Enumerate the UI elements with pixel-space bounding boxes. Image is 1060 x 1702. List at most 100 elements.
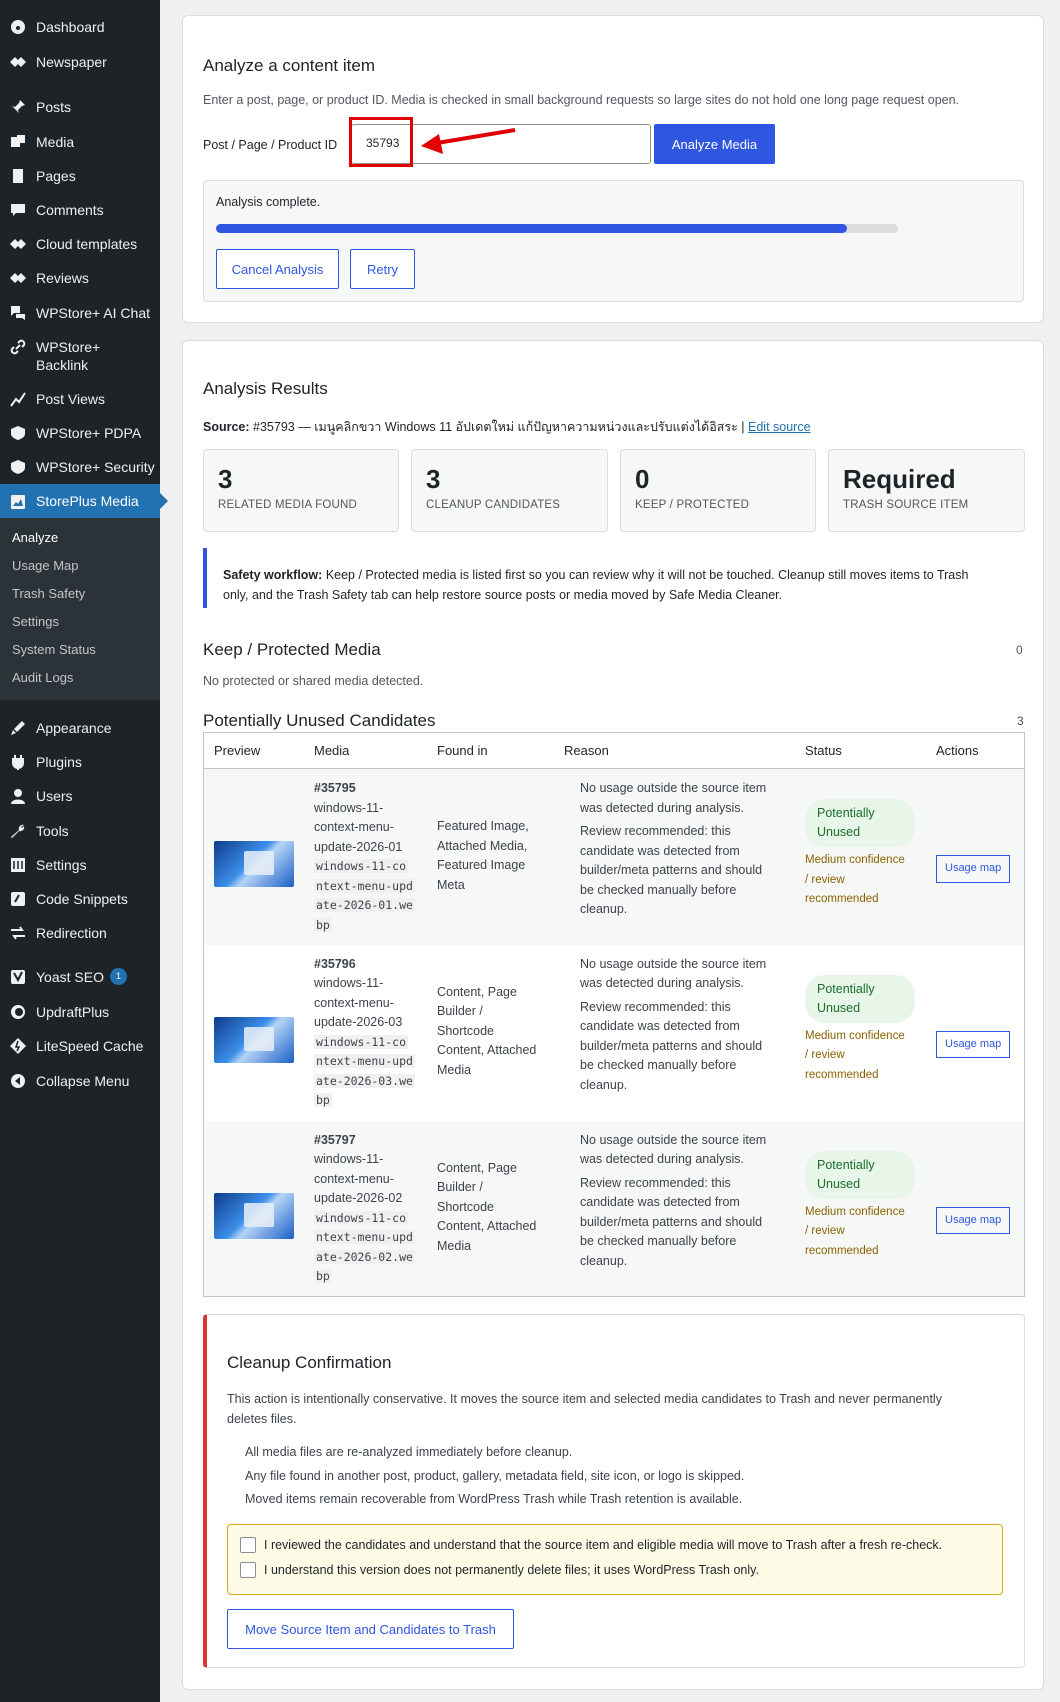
reason-review: Review recommended: this candidate was de… [580,824,763,916]
col-media: Media [304,732,427,769]
yoast-icon [10,969,26,985]
sidebar-item-collapse[interactable]: Collapse Menu [0,1072,160,1090]
edit-source-link[interactable]: Edit source [748,420,811,434]
submenu-settings[interactable]: Settings [12,614,59,629]
media-file: windows-11-co ntext-menu-upd ate-2026-03.w… [314,1033,417,1111]
usage-map-button[interactable]: Usage map [936,855,1011,883]
actions-cell: Usage map [926,768,1025,945]
stat-value: 3 [218,464,233,494]
redirection-icon [10,925,26,941]
filename-fragment: ntext-menu-upd [314,878,415,893]
filename-fragment: bp [314,917,332,932]
sidebar-item-storeplus-media[interactable]: StorePlus Media [0,484,168,518]
status-cell: Potentially Unused Medium confidence / rev… [795,768,926,945]
actions-cell: Usage map [926,945,1025,1121]
sidebar-item-updraftplus[interactable]: UpdraftPlus [0,1003,160,1021]
results-title: Analysis Results [203,379,328,398]
source-line: Source: #35793 — เมนูคลิกขวา Windows 11 … [203,417,811,437]
source-label: Source: [203,420,250,434]
analyze-media-button[interactable]: Analyze Media [654,124,775,164]
submenu-usage-map[interactable]: Usage Map [12,558,78,573]
filename-fragment: bp [314,1269,332,1283]
sidebar-item-redirection[interactable]: Redirection [0,924,160,942]
sidebar-item-code-snippets[interactable]: Code Snippets [0,890,160,908]
candidates-table: Preview Media Found in Reason Status Act… [203,732,1025,1297]
sidebar-item-yoast[interactable]: Yoast SEO 1 [0,968,160,986]
preview-cell [204,945,305,1121]
notice-bold: Safety workflow: [223,568,323,582]
filename-fragment: ate-2026-03.we [314,1073,415,1088]
sidebar-item-comments[interactable]: Comments [0,201,160,219]
sidebar-item-pdpa[interactable]: WPStore+ PDPA [0,424,160,442]
confirm-trash-row[interactable]: I understand this version does not perma… [240,1562,990,1578]
keep-count: 0 [1016,643,1023,657]
col-status: Status [795,732,926,769]
sidebar-item-plugins[interactable]: Plugins [0,753,160,771]
sidebar-item-post-views[interactable]: Post Views [0,390,160,408]
media-file: windows-11-co ntext-menu-upd ate-2026-01.w… [314,857,417,935]
usage-map-button[interactable]: Usage map [936,1206,1011,1234]
collapse-icon [10,1073,26,1089]
sidebar-item-reviews[interactable]: Reviews [0,269,160,287]
sidebar-item-media[interactable]: Media [0,133,160,151]
yoast-notification-badge: 1 [109,968,127,985]
media-thumbnail[interactable] [214,1192,294,1239]
settings-icon [10,857,26,873]
admin-sidebar: Dashboard Newspaper Posts Media Pages Co… [0,0,168,1702]
sidebar-item-tools[interactable]: Tools [0,822,160,840]
submenu-trash-safety[interactable]: Trash Safety [12,586,85,601]
sidebar-item-settings[interactable]: Settings [0,856,160,874]
stat-label: CLEANUP CANDIDATES [426,499,561,511]
cleanup-bullets: All media files are re-analyzed immediat… [245,1441,744,1512]
confidence-note: Medium confidence / review recommended [805,854,905,905]
bullet-item: Any file found in another post, product,… [245,1468,745,1483]
submenu-audit-logs[interactable]: Audit Logs [12,670,73,685]
sidebar-item-dashboard[interactable]: Dashboard [0,18,160,36]
confirm-reviewed-row[interactable]: I reviewed the candidates and understand… [240,1537,990,1553]
media-id: #35795 [314,781,356,795]
sidebar-item-pages[interactable]: Pages [0,167,160,185]
col-preview: Preview [203,732,304,769]
sidebar-item-users[interactable]: Users [0,787,160,805]
sidebar-item-litespeed[interactable]: LiteSpeed Cache [0,1037,160,1055]
retry-button[interactable]: Retry [350,249,415,289]
status-badge: Potentially Unused [805,799,915,847]
sidebar-item-newspaper[interactable]: Newspaper [0,53,160,71]
analyze-title: Analyze a content item [203,56,375,75]
sidebar-item-ai-chat[interactable]: WPStore+ AI Chat [0,304,160,322]
sidebar-item-appearance[interactable]: Appearance [0,719,160,737]
move-to-trash-button[interactable]: Move Source Item and Candidates to Trash [227,1609,514,1649]
found-in-cell: Content, Page Builder / Shortcode Content, … [427,1120,554,1297]
stat-value: 0 [635,464,650,494]
cleanup-title: Cleanup Confirmation [227,1353,392,1372]
media-thumbnail[interactable] [214,841,294,887]
plugins-icon [10,754,26,770]
sidebar-item-backlink[interactable]: WPStore+ Backlink [0,338,160,374]
sidebar-item-security[interactable]: WPStore+ Security [0,458,160,476]
reason-cell: No usage outside the source item was dete… [554,945,795,1121]
id-label: Post / Page / Product ID [203,138,338,152]
keep-title: Keep / Protected Media [203,640,381,659]
red-arrow-annotation [421,128,516,154]
media-thumbnail[interactable] [214,1016,294,1063]
chart-icon [10,391,26,407]
highlight-box [349,117,413,167]
confirm-reviewed-checkbox[interactable] [240,1537,256,1553]
progress-status: Analysis complete. [216,195,321,209]
link-icon [10,339,26,355]
candidates-title: Potentially Unused Candidates [203,711,436,730]
usage-map-button[interactable]: Usage map [936,1030,1011,1058]
table-header-row: Preview Media Found in Reason Status Act… [203,732,1025,769]
cleanup-intro: This action is intentionally conservativ… [227,1392,942,1426]
users-icon [10,788,26,804]
confirm-trash-checkbox[interactable] [240,1562,256,1578]
reason-cell: No usage outside the source item was dete… [554,768,795,945]
sidebar-item-cloud-templates[interactable]: Cloud templates [0,235,160,253]
cleanup-confirmation: Cleanup Confirmation This action is inte… [203,1314,1025,1668]
submenu-system-status[interactable]: System Status [12,642,96,657]
keep-empty: No protected or shared media detected. [203,674,424,688]
chat-icon [10,305,26,321]
submenu-analyze[interactable]: Analyze [12,530,58,545]
sidebar-item-posts[interactable]: Posts [0,98,160,116]
cancel-analysis-button[interactable]: Cancel Analysis [216,249,339,289]
